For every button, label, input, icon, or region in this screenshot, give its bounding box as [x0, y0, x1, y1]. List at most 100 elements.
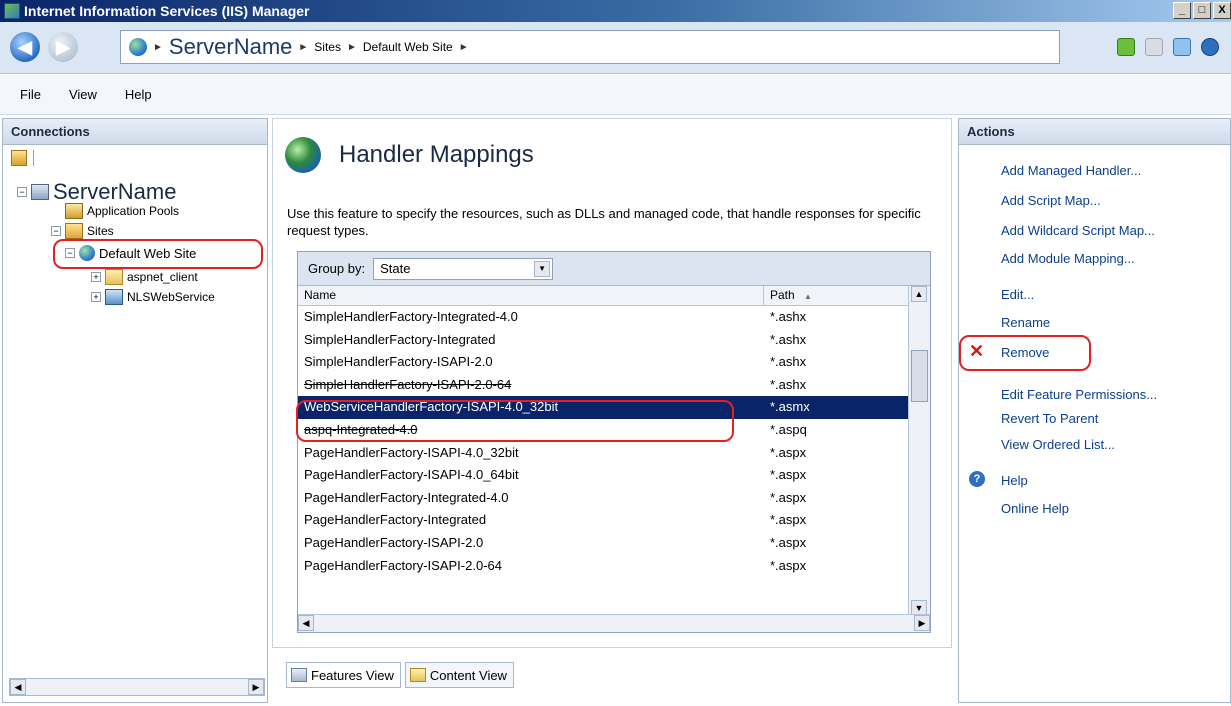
- table-row[interactable]: PageHandlerFactory-ISAPI-4.0_32bit *.aspx: [298, 442, 908, 465]
- menu-view[interactable]: View: [69, 87, 97, 102]
- back-button[interactable]: ◀: [10, 32, 40, 62]
- tree-node-nlswebservice[interactable]: + NLSWebService: [91, 289, 215, 305]
- breadcrumb-separator: ►: [458, 41, 469, 53]
- action-add-script-map[interactable]: Add Script Map...: [1001, 193, 1101, 208]
- expand-icon[interactable]: +: [91, 272, 101, 282]
- group-by-label: Group by:: [308, 261, 366, 276]
- scroll-right-icon[interactable]: ▶: [914, 615, 930, 631]
- connect-icon[interactable]: [1117, 38, 1135, 56]
- tab-content-view[interactable]: Content View: [404, 662, 514, 688]
- tree-node-server[interactable]: − ServerName: [17, 179, 176, 205]
- row-path: *.ashx: [770, 331, 807, 347]
- list-header: Name Path ▲: [298, 286, 908, 306]
- tree-label-sites: Sites: [87, 224, 114, 238]
- sites-folder-icon: [65, 223, 83, 239]
- action-help[interactable]: Help: [1001, 473, 1028, 488]
- collapse-icon[interactable]: −: [51, 226, 61, 236]
- folder-icon: [105, 269, 123, 285]
- feature-description: Use this feature to specify the resource…: [287, 206, 921, 238]
- row-path: *.aspx: [770, 489, 807, 505]
- breadcrumb-separator: ►: [298, 41, 309, 53]
- minimize-button[interactable]: _: [1173, 2, 1191, 19]
- table-row[interactable]: SimpleHandlerFactory-Integrated *.ashx: [298, 329, 908, 352]
- tree-node-sites[interactable]: − Sites: [51, 223, 114, 239]
- scroll-left-icon[interactable]: ◀: [298, 615, 314, 631]
- scroll-up-icon[interactable]: ▲: [911, 286, 927, 302]
- row-path: *.aspq: [770, 421, 807, 437]
- maximize-button[interactable]: □: [1193, 2, 1211, 19]
- scroll-left-icon[interactable]: ◀: [10, 679, 26, 695]
- tree-node-aspnet-client[interactable]: + aspnet_client: [91, 269, 198, 285]
- connections-horizontal-scrollbar[interactable]: ◀ ▶: [9, 678, 265, 696]
- table-row[interactable]: SimpleHandlerFactory-ISAPI-2.0 *.ashx: [298, 351, 908, 374]
- row-name: SimpleHandlerFactory-ISAPI-2.0: [304, 354, 493, 370]
- table-row[interactable]: PageHandlerFactory-Integrated *.aspx: [298, 509, 908, 532]
- scroll-right-icon[interactable]: ▶: [248, 679, 264, 695]
- list-horizontal-scrollbar[interactable]: ◀ ▶: [298, 614, 930, 632]
- row-name: SimpleHandlerFactory-Integrated-4.0: [304, 309, 518, 324]
- action-online-help[interactable]: Online Help: [1001, 501, 1069, 516]
- tree-label-nlswebservice: NLSWebService: [127, 290, 215, 304]
- menu-bar: File View Help: [0, 75, 1231, 115]
- breadcrumb-server[interactable]: ServerName: [169, 34, 292, 60]
- help-icon[interactable]: [1201, 38, 1219, 56]
- annotation-highlight-selected-row: [296, 400, 734, 442]
- table-row[interactable]: PageHandlerFactory-ISAPI-4.0_64bit *.aspx: [298, 464, 908, 487]
- action-view-ordered-list[interactable]: View Ordered List...: [1001, 437, 1115, 452]
- web-application-icon: [105, 289, 123, 305]
- column-header-path[interactable]: Path ▲: [770, 288, 812, 302]
- page-title: Handler Mappings: [339, 141, 534, 168]
- action-add-module-mapping[interactable]: Add Module Mapping...: [1001, 251, 1135, 266]
- row-name: PageHandlerFactory-Integrated: [304, 512, 487, 528]
- stop-icon[interactable]: [1145, 38, 1163, 56]
- menu-help[interactable]: Help: [125, 87, 152, 102]
- connect-to-server-icon[interactable]: [11, 150, 27, 166]
- table-row[interactable]: PageHandlerFactory-Integrated-4.0 *.aspx: [298, 487, 908, 510]
- group-by-select[interactable]: State ▼: [373, 257, 554, 280]
- action-revert-to-parent[interactable]: Revert To Parent: [1001, 411, 1098, 426]
- forward-button[interactable]: ▶: [48, 32, 78, 62]
- tree-node-app-pools[interactable]: Application Pools: [65, 203, 179, 219]
- toolbar-icons: [1117, 38, 1219, 56]
- column-divider[interactable]: [763, 286, 764, 306]
- action-add-managed-handler[interactable]: Add Managed Handler...: [1001, 163, 1141, 178]
- view-tabs: Features View Content View: [286, 662, 514, 688]
- home-icon[interactable]: [1173, 38, 1191, 56]
- connections-toolbar: [3, 145, 267, 171]
- action-edit-feature-permissions[interactable]: Edit Feature Permissions...: [1001, 387, 1157, 402]
- chevron-down-icon[interactable]: ▼: [534, 260, 551, 277]
- close-button[interactable]: X: [1213, 2, 1231, 19]
- breadcrumb-sites[interactable]: Sites: [314, 40, 341, 54]
- table-row[interactable]: SimpleHandlerFactory-Integrated-4.0 *.ash…: [298, 306, 908, 329]
- menu-file[interactable]: File: [20, 87, 41, 102]
- action-rename[interactable]: Rename: [1001, 315, 1050, 330]
- row-name: SimpleHandlerFactory-ISAPI-2.0-64: [304, 376, 512, 392]
- row-path: *.aspx: [770, 557, 807, 573]
- feature-header: Handler Mappings: [285, 137, 534, 173]
- table-row[interactable]: PageHandlerFactory-ISAPI-2.0-64 *.aspx: [298, 555, 908, 578]
- expand-icon[interactable]: +: [91, 292, 101, 302]
- collapse-icon[interactable]: −: [17, 187, 27, 197]
- server-icon: [31, 184, 49, 200]
- address-bar[interactable]: ► ServerName ► Sites ► Default Web Site …: [120, 30, 1060, 64]
- actions-panel: Actions Add Managed Handler... Add Scrip…: [958, 118, 1231, 703]
- tab-features-view[interactable]: Features View: [286, 662, 401, 688]
- row-path: *.aspx: [770, 444, 807, 460]
- list-vertical-scrollbar[interactable]: ▲ ▼: [908, 286, 930, 616]
- row-path: *.aspx: [770, 534, 807, 550]
- column-header-name[interactable]: Name: [304, 288, 336, 302]
- row-path: *.asmx: [770, 399, 810, 415]
- row-name: PageHandlerFactory-Integrated-4.0: [304, 489, 509, 505]
- row-path: *.ashx: [770, 354, 807, 370]
- globe-icon: [129, 38, 147, 56]
- column-header-path-label: Path: [770, 288, 795, 302]
- group-by-value: State: [380, 260, 411, 276]
- table-row[interactable]: SimpleHandlerFactory-ISAPI-2.0-64 *.ashx: [298, 374, 908, 397]
- breadcrumb-default-web-site[interactable]: Default Web Site: [363, 40, 453, 54]
- table-row[interactable]: PageHandlerFactory-ISAPI-2.0 *.aspx: [298, 532, 908, 555]
- action-edit[interactable]: Edit...: [1001, 287, 1034, 302]
- action-add-wildcard-script-map[interactable]: Add Wildcard Script Map...: [1001, 223, 1155, 238]
- scroll-thumb[interactable]: [911, 350, 928, 402]
- application-pools-icon: [65, 203, 83, 219]
- tree-label-aspnet-client: aspnet_client: [127, 270, 198, 284]
